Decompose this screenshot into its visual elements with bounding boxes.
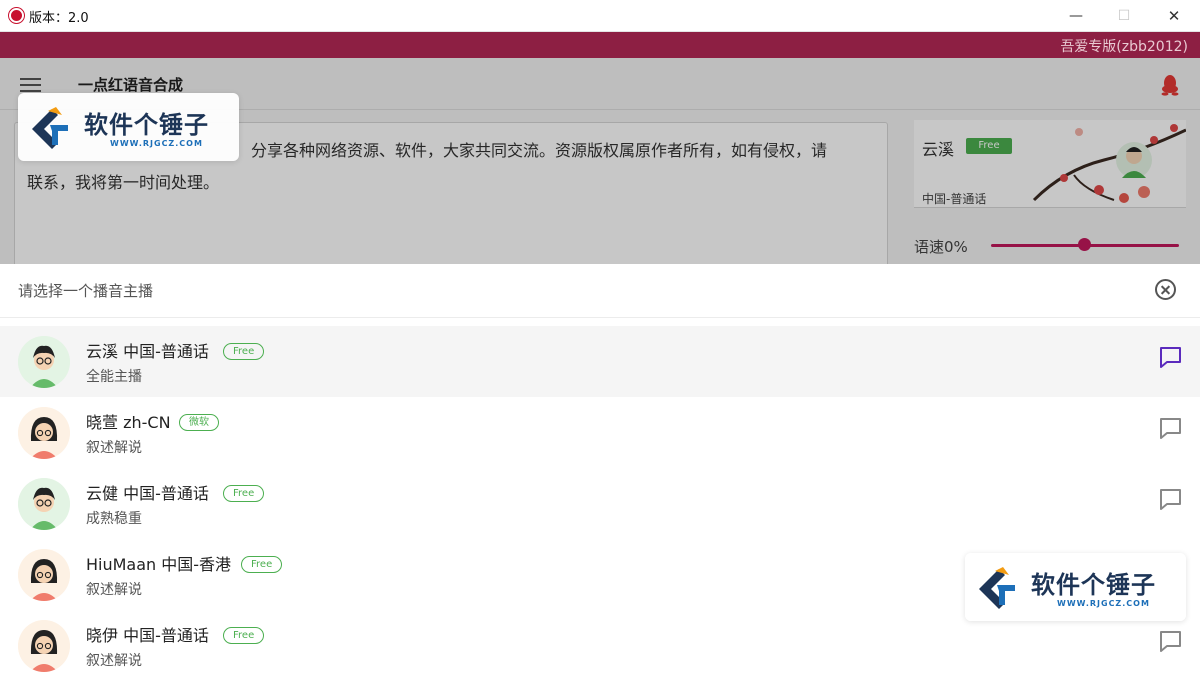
anchor-list: 云溪 中国-普通话 Free 全能主播 晓萱 zh-CN 微软 叙述解说 云健 …: [0, 326, 1200, 681]
chat-bubble-icon[interactable]: [1158, 487, 1183, 512]
close-circle-icon[interactable]: [1155, 279, 1176, 300]
anchor-name: 晓伊 中国-普通话: [86, 626, 209, 645]
app-logo-icon: [9, 8, 24, 23]
watermark-mark-icon: [32, 107, 68, 149]
chat-bubble-icon[interactable]: [1158, 416, 1183, 441]
anchor-picker-sheet: 请选择一个播音主播 云溪 中国-普通话 Free 全能主播 晓萱 zh-CN 微…: [0, 264, 1200, 693]
anchor-name: 晓萱 zh-CN: [86, 413, 171, 432]
anchor-description: 叙述解说: [86, 582, 142, 598]
watermark-title: 软件个锤子: [84, 111, 209, 139]
anchor-tag: Free: [223, 485, 265, 502]
anchor-tag: Free: [223, 627, 265, 644]
close-window-button[interactable]: ✕: [1151, 0, 1197, 32]
anchor-name: HiuMaan 中国-香港: [86, 555, 232, 574]
anchor-list-item[interactable]: 云健 中国-普通话 Free 成熟稳重: [0, 468, 1200, 539]
anchor-tag: 微软: [179, 414, 219, 431]
edition-banner: 吾爱专版(zbb2012): [0, 32, 1200, 58]
anchor-description: 叙述解说: [86, 440, 142, 456]
anchor-list-item[interactable]: 晓萱 zh-CN 微软 叙述解说: [0, 397, 1200, 468]
anchor-tag: Free: [223, 343, 265, 360]
anchor-name: 云溪 中国-普通话: [86, 342, 209, 361]
anchor-tag: Free: [241, 556, 283, 573]
watermark-url: WWW.RJGCZ.COM: [110, 139, 203, 148]
sheet-title: 请选择一个播音主播: [18, 282, 154, 300]
minimize-button[interactable]: —: [1053, 0, 1099, 32]
sheet-header: 请选择一个播音主播: [0, 264, 1200, 318]
watermark-logo-bottom: 软件个锤子 WWW.RJGCZ.COM: [965, 553, 1186, 621]
anchor-list-item[interactable]: 云溪 中国-普通话 Free 全能主播: [0, 326, 1200, 397]
anchor-description: 叙述解说: [86, 653, 142, 669]
watermark-url: WWW.RJGCZ.COM: [1057, 599, 1150, 608]
chat-bubble-icon[interactable]: [1158, 345, 1183, 370]
male-avatar-icon: [18, 336, 70, 388]
edition-label: 吾爱专版(zbb2012): [1060, 39, 1188, 55]
app-window: 版本：2.0 — ☐ ✕ 吾爱专版(zbb2012) 一点红语音合成 分享各种网…: [0, 0, 1200, 693]
anchor-description: 全能主播: [86, 369, 142, 385]
title-bar: 版本：2.0 — ☐ ✕: [0, 0, 1200, 32]
chat-bubble-icon[interactable]: [1158, 629, 1183, 654]
anchor-description: 成熟稳重: [86, 511, 142, 527]
female-avatar-icon: [18, 407, 70, 459]
watermark-logo-top: 软件个锤子 WWW.RJGCZ.COM: [18, 93, 239, 161]
anchor-name: 云健 中国-普通话: [86, 484, 209, 503]
male-avatar-icon: [18, 478, 70, 530]
female-avatar-icon: [18, 549, 70, 601]
maximize-button[interactable]: ☐: [1101, 0, 1147, 32]
watermark-mark-icon: [979, 567, 1015, 609]
female-avatar-icon: [18, 620, 70, 672]
modal-scrim[interactable]: [0, 58, 1200, 264]
window-title: 版本：2.0: [29, 11, 89, 26]
watermark-title: 软件个锤子: [1031, 571, 1156, 599]
